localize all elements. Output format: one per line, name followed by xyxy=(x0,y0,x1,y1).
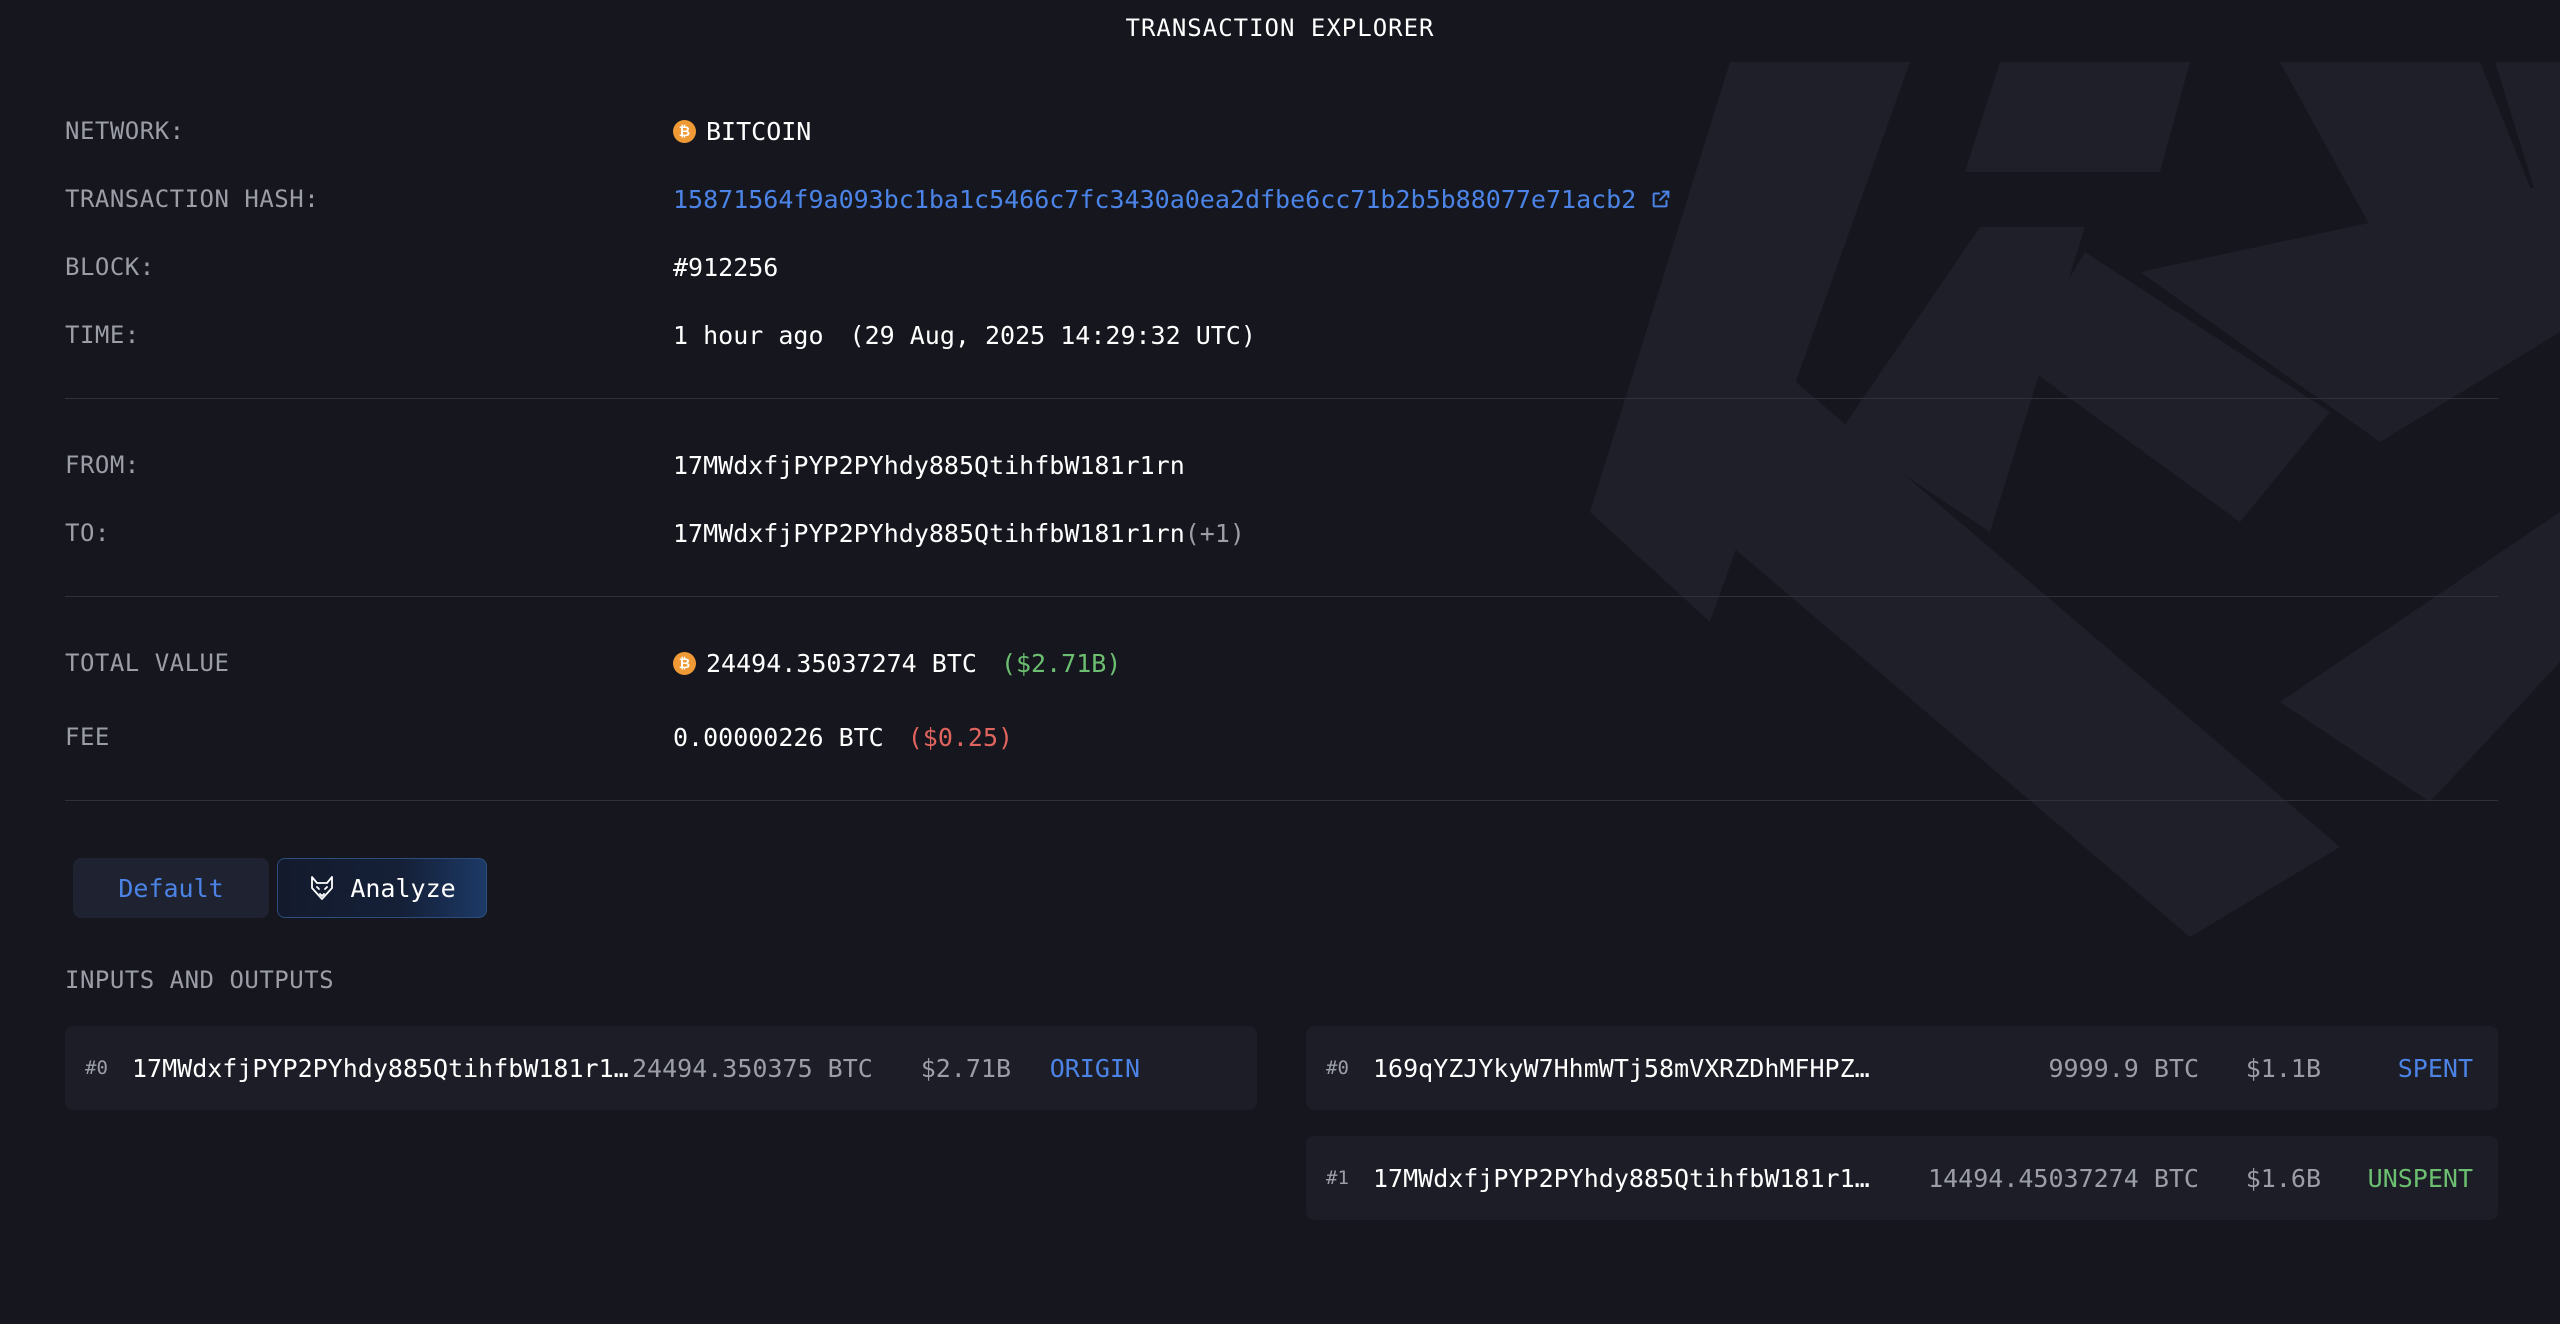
page-title: TRANSACTION EXPLORER xyxy=(1125,14,1435,42)
output-index: #0 xyxy=(1326,1057,1349,1079)
output-usd-amount: $1.1B xyxy=(2245,1053,2321,1083)
time-label: TIME: xyxy=(65,321,140,349)
tab-analyze-label: Analyze xyxy=(350,873,456,903)
block-value: #912256 xyxy=(673,252,779,282)
network-label: NETWORK: xyxy=(65,117,185,145)
input-status: ORIGIN xyxy=(1049,1053,1140,1083)
bitcoin-icon: ₿ xyxy=(673,119,696,143)
from-address[interactable]: 17MWdxfjPYP2PYhdy885QtihfbW181r1rn xyxy=(673,451,1185,480)
time-absolute: (29 Aug, 2025 14:29:32 UTC) xyxy=(849,320,1256,350)
total-value-usd: ($2.71B) xyxy=(1000,648,1122,678)
transaction-hash-row: TRANSACTION HASH: 15871564f9a093bc1ba1c5… xyxy=(65,182,1672,216)
from-label: FROM: xyxy=(65,451,140,479)
transaction-explorer-page: TRANSACTION EXPLORER NETWORK: ₿ BITCOIN … xyxy=(0,0,2560,1324)
output-row[interactable]: #0 169qYZJYkyW7HhmWTj58mVXRZDhMFHPZ… 999… xyxy=(1306,1026,2498,1110)
fee-usd: ($0.25) xyxy=(907,722,1014,752)
tab-default[interactable]: Default xyxy=(73,858,269,918)
section-divider xyxy=(65,398,2498,399)
to-row: TO: 17MWdxfjPYP2PYhdy885QtihfbW181r1rn (… xyxy=(65,516,1245,550)
section-divider xyxy=(65,596,2498,597)
input-row[interactable]: #0 17MWdxfjPYP2PYhdy885QtihfbW181r1rn 24… xyxy=(65,1026,1257,1110)
bitcoin-icon: ₿ xyxy=(673,651,696,675)
to-extra-count[interactable]: (+1) xyxy=(1185,519,1245,548)
total-value-label: TOTAL VALUE xyxy=(65,649,230,677)
transaction-hash-label: TRANSACTION HASH: xyxy=(65,185,320,213)
output-btc-amount: 14494.45037274 BTC xyxy=(1928,1163,2199,1193)
network-name: BITCOIN xyxy=(706,116,812,146)
output-status: UNSPENT xyxy=(2367,1163,2473,1193)
inputs-outputs-title: INPUTS AND OUTPUTS xyxy=(65,966,335,994)
total-value-row: TOTAL VALUE ₿ 24494.35037274 BTC ($2.71B… xyxy=(65,646,1121,680)
network-row: NETWORK: ₿ BITCOIN xyxy=(65,114,811,148)
transaction-hash-link[interactable]: 15871564f9a093bc1ba1c5466c7fc3430a0ea2df… xyxy=(673,185,1636,214)
to-label: TO: xyxy=(65,519,110,547)
background-logo-watermark xyxy=(1590,62,2560,937)
fee-label: FEE xyxy=(65,723,110,751)
output-row[interactable]: #1 17MWdxfjPYP2PYhdy885QtihfbW181r1… 144… xyxy=(1306,1136,2498,1220)
time-row: TIME: 1 hour ago (29 Aug, 2025 14:29:32 … xyxy=(65,318,1256,352)
fee-row: FEE 0.00000226 BTC ($0.25) xyxy=(65,720,1013,754)
output-address[interactable]: 169qYZJYkyW7HhmWTj58mVXRZDhMFHPZ… xyxy=(1373,1054,1878,1083)
total-value-btc: 24494.35037274 BTC xyxy=(706,648,977,678)
output-address[interactable]: 17MWdxfjPYP2PYhdy885QtihfbW181r1… xyxy=(1373,1164,1878,1193)
tab-analyze[interactable]: Analyze xyxy=(277,858,487,918)
external-link-icon[interactable] xyxy=(1650,188,1672,210)
transaction-hash-value: 15871564f9a093bc1ba1c5466c7fc3430a0ea2df… xyxy=(673,185,1672,214)
input-btc-amount: 24494.350375 BTC xyxy=(632,1053,873,1083)
from-row: FROM: 17MWdxfjPYP2PYhdy885QtihfbW181r1rn xyxy=(65,448,1185,482)
time-value: 1 hour ago (29 Aug, 2025 14:29:32 UTC) xyxy=(673,321,1256,350)
block-row: BLOCK: #912256 xyxy=(65,250,778,284)
block-label: BLOCK: xyxy=(65,253,155,281)
output-btc-amount: 9999.9 BTC xyxy=(2048,1053,2199,1083)
network-value: ₿ BITCOIN xyxy=(673,117,811,146)
time-relative: 1 hour ago xyxy=(673,320,824,350)
view-tabs: Default Analyze xyxy=(73,858,487,918)
section-divider xyxy=(65,800,2498,801)
fee-btc: 0.00000226 BTC xyxy=(673,722,884,752)
to-value: 17MWdxfjPYP2PYhdy885QtihfbW181r1rn (+1) xyxy=(673,519,1245,548)
total-value-value: ₿ 24494.35037274 BTC ($2.71B) xyxy=(673,649,1121,678)
input-index: #0 xyxy=(85,1057,108,1079)
output-index: #1 xyxy=(1326,1167,1349,1189)
output-usd-amount: $1.6B xyxy=(2245,1163,2321,1193)
output-status: SPENT xyxy=(2397,1053,2473,1083)
fox-icon xyxy=(311,876,334,900)
to-address[interactable]: 17MWdxfjPYP2PYhdy885QtihfbW181r1rn xyxy=(673,519,1185,548)
fee-value: 0.00000226 BTC ($0.25) xyxy=(673,723,1013,752)
input-usd-amount: $2.71B xyxy=(920,1053,1011,1083)
input-address[interactable]: 17MWdxfjPYP2PYhdy885QtihfbW181r1rn xyxy=(132,1054,632,1083)
